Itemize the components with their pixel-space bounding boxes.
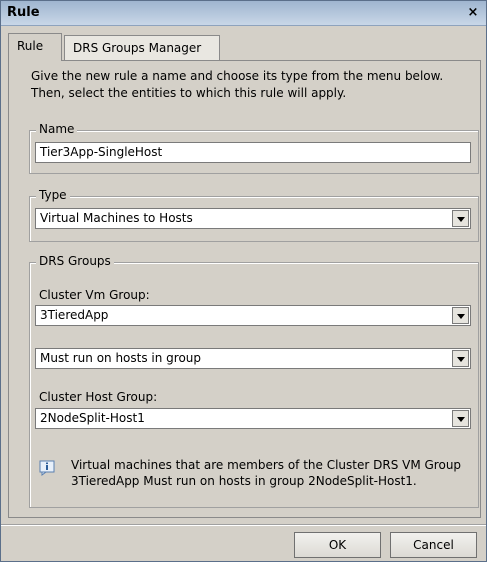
tab-drs-groups-manager[interactable]: DRS Groups Manager: [64, 35, 220, 61]
close-icon[interactable]: ×: [464, 5, 482, 21]
chevron-down-icon[interactable]: [452, 410, 469, 427]
rule-summary-line-2: 3TieredApp Must run on hosts in group 2N…: [71, 474, 417, 488]
chevron-down-icon[interactable]: [452, 210, 469, 227]
tab-rule[interactable]: Rule: [8, 33, 62, 61]
cluster-host-group-label: Cluster Host Group:: [39, 390, 158, 404]
cluster-host-group-select[interactable]: 2NodeSplit-Host1: [35, 408, 471, 429]
intro-line-2: Then, select the entities to which this …: [31, 86, 347, 100]
intro-text: Give the new rule a name and choose its …: [31, 68, 471, 102]
ok-button[interactable]: OK: [294, 532, 381, 558]
drs-groups-legend: DRS Groups: [36, 254, 114, 268]
rule-summary-line-1: Virtual machines that are members of the…: [71, 458, 462, 472]
rule-summary-text: Virtual machines that are members of the…: [71, 457, 471, 489]
relation-select[interactable]: Must run on hosts in group: [35, 348, 471, 369]
cluster-vm-group-value: 3TieredApp: [40, 308, 109, 322]
rule-dialog: Rule × Rule DRS Groups Manager Give the …: [0, 0, 487, 562]
intro-line-1: Give the new rule a name and choose its …: [31, 69, 444, 83]
relation-value: Must run on hosts in group: [40, 351, 202, 365]
rule-type-value: Virtual Machines to Hosts: [40, 211, 193, 225]
rule-type-select[interactable]: Virtual Machines to Hosts: [35, 208, 471, 229]
info-icon: [39, 460, 55, 476]
chevron-down-icon[interactable]: [452, 350, 469, 367]
cluster-vm-group-select[interactable]: 3TieredApp: [35, 305, 471, 326]
dialog-title: Rule: [7, 5, 40, 20]
rule-name-input[interactable]: Tier3App-SingleHost: [35, 142, 471, 163]
button-separator: [1, 524, 486, 526]
cluster-vm-group-label: Cluster Vm Group:: [39, 288, 150, 302]
name-group-legend: Name: [36, 122, 78, 136]
type-group-legend: Type: [36, 188, 70, 202]
chevron-down-icon[interactable]: [452, 307, 469, 324]
cluster-host-group-value: 2NodeSplit-Host1: [40, 411, 145, 425]
title-bar[interactable]: Rule ×: [1, 1, 486, 26]
cancel-button[interactable]: Cancel: [390, 532, 477, 558]
